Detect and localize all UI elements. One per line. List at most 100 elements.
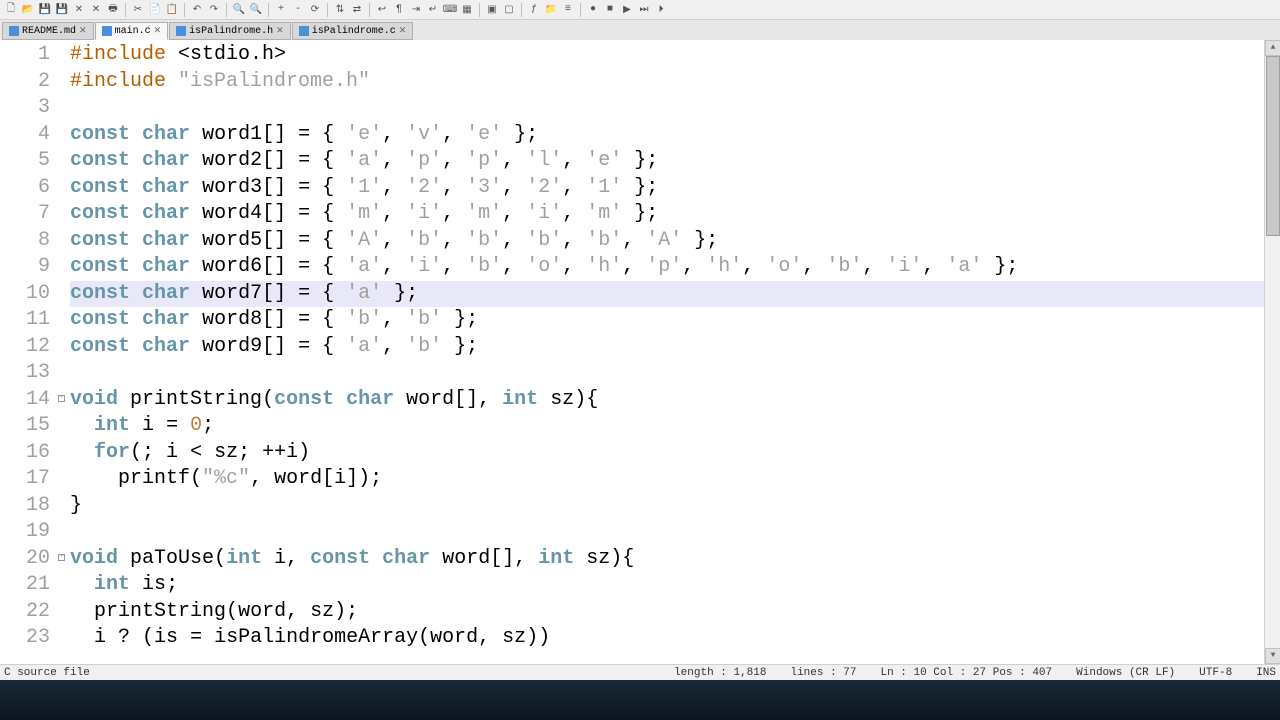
save-all-icon[interactable]: 💾 [55, 3, 69, 17]
find-icon[interactable]: 🔍 [232, 3, 246, 17]
code-line-13[interactable] [70, 360, 1264, 387]
line-number: 16 [0, 440, 50, 467]
line-number: 6 [0, 175, 50, 202]
tab-close-icon[interactable]: ✕ [276, 26, 284, 36]
folder-icon[interactable]: 📁 [544, 3, 558, 17]
close-all-icon[interactable]: ✕ [89, 3, 103, 17]
indent-icon[interactable]: ⇥ [409, 3, 423, 17]
open-icon[interactable]: 📂 [21, 3, 35, 17]
tab-isPalindrome-c[interactable]: isPalindrome.c✕ [292, 22, 414, 40]
file-icon [299, 26, 309, 36]
status-eol: Windows (CR LF) [1076, 667, 1175, 679]
tab-main-c[interactable]: main.c✕ [95, 22, 169, 40]
os-taskbar[interactable] [0, 680, 1280, 720]
code-line-9[interactable]: const char word6[] = { 'a', 'i', 'b', 'o… [70, 254, 1264, 281]
eol-icon[interactable]: ↵ [426, 3, 440, 17]
zoom-out-icon[interactable]: - [291, 3, 305, 17]
code-line-16[interactable]: for(; i < sz; ++i) [70, 440, 1264, 467]
line-number: 4 [0, 122, 50, 149]
redo-icon[interactable]: ↷ [207, 3, 221, 17]
code-line-10[interactable]: const char word7[] = { 'a' }; [70, 281, 1264, 308]
code-line-23[interactable]: i ? (is = isPalindromeArray(word, sz)) [70, 625, 1264, 652]
code-line-15[interactable]: int i = 0; [70, 413, 1264, 440]
code-line-19[interactable] [70, 519, 1264, 546]
whitespace-icon[interactable]: ¶ [392, 3, 406, 17]
code-line-7[interactable]: const char word4[] = { 'm', 'i', 'm', 'i… [70, 201, 1264, 228]
play-fast-icon[interactable]: ⏵ [654, 3, 668, 17]
zoom-reset-icon[interactable]: ⟳ [308, 3, 322, 17]
tab-README-md[interactable]: README.md✕ [2, 22, 94, 40]
tab-isPalindrome-h[interactable]: isPalindrome.h✕ [169, 22, 291, 40]
copy-icon[interactable]: 📄 [148, 3, 162, 17]
stop-icon[interactable]: ■ [603, 3, 617, 17]
status-length: length : 1,818 [674, 667, 766, 679]
code-line-5[interactable]: const char word2[] = { 'a', 'p', 'p', 'l… [70, 148, 1264, 175]
toolbar: 🗋📂💾💾✕✕🖶✂📄📋↶↷🔍🔍+-⟳⇅⇄↩¶⇥↵⌨▦▣▢ƒ📁≡●■▶⏭⏵ [0, 0, 1280, 20]
func-list-icon[interactable]: ƒ [527, 3, 541, 17]
code-line-11[interactable]: const char word8[] = { 'b', 'b' }; [70, 307, 1264, 334]
close-icon[interactable]: ✕ [72, 3, 86, 17]
print-icon[interactable]: 🖶 [106, 3, 120, 17]
tab-close-icon[interactable]: ✕ [154, 26, 162, 36]
fold-toggle-icon[interactable]: - [58, 395, 65, 402]
code-line-18[interactable]: } [70, 493, 1264, 520]
code-line-4[interactable]: const char word1[] = { 'e', 'v', 'e' }; [70, 122, 1264, 149]
code-line-21[interactable]: int is; [70, 572, 1264, 599]
file-icon [102, 26, 112, 36]
play-multi-icon[interactable]: ⏭ [637, 3, 651, 17]
line-number: 9 [0, 254, 50, 281]
tab-label: isPalindrome.c [312, 26, 396, 37]
wrap-icon[interactable]: ↩ [375, 3, 389, 17]
tab-label: isPalindrome.h [189, 26, 273, 37]
tab-label: README.md [22, 26, 76, 37]
doc-list-icon[interactable]: ≡ [561, 3, 575, 17]
new-icon[interactable]: 🗋 [4, 3, 18, 17]
vertical-scrollbar[interactable]: ▲ ▼ [1264, 40, 1280, 664]
status-lines: lines : 77 [790, 667, 856, 679]
line-number: 12 [0, 334, 50, 361]
fold-all-icon[interactable]: ▣ [485, 3, 499, 17]
code-line-3[interactable] [70, 95, 1264, 122]
scroll-down-button[interactable]: ▼ [1265, 648, 1280, 664]
status-file-type: C source file [4, 667, 90, 679]
code-line-12[interactable]: const char word9[] = { 'a', 'b' }; [70, 334, 1264, 361]
fold-toggle-icon[interactable]: - [58, 554, 65, 561]
zoom-in-icon[interactable]: + [274, 3, 288, 17]
line-number: 19 [0, 519, 50, 546]
line-number: 18 [0, 493, 50, 520]
code-line-20[interactable]: void paToUse(int i, const char word[], i… [70, 546, 1264, 573]
tab-close-icon[interactable]: ✕ [399, 26, 407, 36]
line-number: 22 [0, 599, 50, 626]
line-number: 5 [0, 148, 50, 175]
code-line-2[interactable]: #include "isPalindrome.h" [70, 69, 1264, 96]
scroll-up-button[interactable]: ▲ [1265, 40, 1280, 56]
unfold-all-icon[interactable]: ▢ [502, 3, 516, 17]
code-line-14[interactable]: void printString(const char word[], int … [70, 387, 1264, 414]
code-line-22[interactable]: printString(word, sz); [70, 599, 1264, 626]
line-number: 23 [0, 625, 50, 652]
tab-close-icon[interactable]: ✕ [79, 26, 87, 36]
tab-label: main.c [115, 26, 151, 37]
paste-icon[interactable]: 📋 [165, 3, 179, 17]
record-icon[interactable]: ● [586, 3, 600, 17]
status-insert-mode: INS [1256, 667, 1276, 679]
code-line-1[interactable]: #include <stdio.h> [70, 42, 1264, 69]
sync-v-icon[interactable]: ⇅ [333, 3, 347, 17]
editor[interactable]: 1234567891011121314151617181920212223 --… [0, 40, 1264, 664]
undo-icon[interactable]: ↶ [190, 3, 204, 17]
play-icon[interactable]: ▶ [620, 3, 634, 17]
code-line-8[interactable]: const char word5[] = { 'A', 'b', 'b', 'b… [70, 228, 1264, 255]
status-bar: C source file length : 1,818 lines : 77 … [0, 664, 1280, 680]
code-content[interactable]: #include <stdio.h>#include "isPalindrome… [70, 40, 1264, 652]
code-line-17[interactable]: printf("%c", word[i]); [70, 466, 1264, 493]
line-number: 17 [0, 466, 50, 493]
doc-map-icon[interactable]: ▦ [460, 3, 474, 17]
code-line-6[interactable]: const char word3[] = { '1', '2', '3', '2… [70, 175, 1264, 202]
sync-h-icon[interactable]: ⇄ [350, 3, 364, 17]
lang-icon[interactable]: ⌨ [443, 3, 457, 17]
save-icon[interactable]: 💾 [38, 3, 52, 17]
scroll-thumb[interactable] [1266, 56, 1280, 236]
line-number: 2 [0, 69, 50, 96]
replace-icon[interactable]: 🔍 [249, 3, 263, 17]
cut-icon[interactable]: ✂ [131, 3, 145, 17]
